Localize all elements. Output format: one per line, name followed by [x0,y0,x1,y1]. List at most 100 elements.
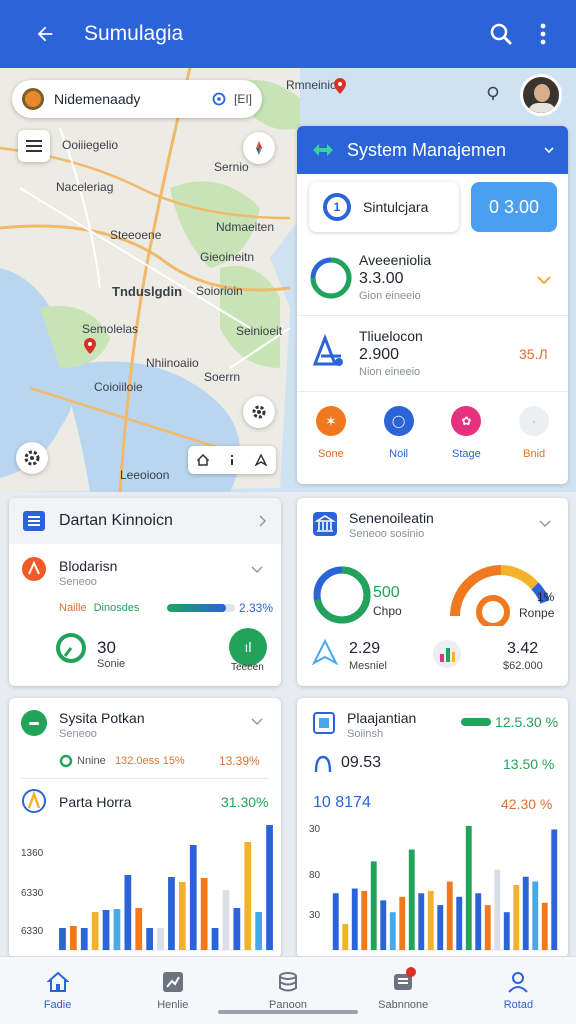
action-item[interactable]: ◯ Noil [383,406,414,470]
chart-bar [342,924,349,950]
chart-bar [513,885,520,950]
home-icon [46,971,69,992]
sysita-row-pct: 31.30% [221,794,269,810]
location-pin-icon[interactable] [486,86,500,100]
chart-bar [113,909,121,950]
system-row[interactable]: Tliuelocon 2.900 Nion eineeio 35.Л [297,318,568,392]
nav-label: Fadie [43,998,72,1011]
system-chip[interactable]: 1 Sintulcjara [309,182,459,232]
item-sub: Seneoo [59,576,97,588]
system-row-value: 2.900 [359,346,400,363]
chart-bar [370,861,377,950]
home-indicator[interactable] [218,1010,358,1014]
back-arrow-icon[interactable] [30,19,60,49]
chart-bar [189,845,197,950]
bank-icon [313,512,337,536]
target-icon[interactable] [212,92,226,106]
item-name: Blodarisn [59,558,118,574]
sense-card-title: Senenoileatin [349,510,434,526]
menu-button[interactable] [18,130,50,162]
nav-label: Panoon [269,998,307,1011]
gear-icon [252,405,266,419]
progress-fill [167,604,227,612]
navigation-icon[interactable] [255,454,267,466]
map-label: Sernio [214,160,249,174]
refresh-icon [59,754,73,768]
search-icon[interactable] [486,19,516,49]
sysita-title: Sysita Potkan [59,710,145,726]
plan-pct: 12.5.30 % [495,714,559,730]
system-row-sub: Gion eineeio [359,290,421,302]
chart-bar [255,912,263,950]
system-icon [313,144,333,156]
info-icon[interactable] [227,454,237,466]
avatar[interactable] [520,74,562,116]
nav-item-notifications[interactable]: Sabnnone [346,957,461,1024]
chevron-down-icon[interactable] [539,520,551,528]
action-label: Noil [389,448,409,460]
action-item[interactable]: ✶ Sone [315,406,346,470]
system-row-right: 35.Л [519,346,548,362]
star-icon: ✶ [315,406,346,436]
chart-bar [484,905,491,950]
chart-bar [456,896,463,950]
nav-item-profile[interactable]: Rotad [461,957,576,1024]
map-label: Gieoineitn [200,250,255,264]
chart-bar [91,912,99,950]
settings-button[interactable] [16,442,48,474]
donut-label: Chpo [373,604,402,618]
profile-icon [508,971,529,993]
compass-button[interactable] [243,132,275,164]
chart-bar [418,893,425,950]
more-vert-icon[interactable] [528,19,558,49]
compass-icon [256,141,262,155]
plan-row-value: 09.53 [341,754,382,771]
chevron-down-icon[interactable] [251,718,263,726]
map-pin-icon[interactable] [334,78,346,94]
home-icon[interactable] [197,454,209,466]
action-item[interactable]: ✿ Stage [451,406,482,470]
curve-icon [314,755,332,773]
data-card-header[interactable]: Dartan Kinnoicn [9,498,281,544]
stat-label: Mesniel [349,660,387,672]
nav-item-home[interactable]: Fadie [0,957,115,1024]
nav-item-reports[interactable]: Henlie [115,957,230,1024]
chart-bar [437,905,444,950]
system-row[interactable]: Aveeeniolia 3.3.00 Gion eineeio [297,244,568,316]
chart-bar [135,908,143,950]
chevron-down-icon[interactable] [544,146,554,154]
system-row-value: 3.3.00 [359,270,404,287]
nav-label: Rotad [503,998,534,1011]
shield-icon [22,789,46,813]
map-label: Nhiinoaiio [146,356,199,370]
system-chip-icon: 1 [323,193,351,221]
sysita-pct: 13.39% [219,754,260,768]
sysita-legend: Nnine [77,755,106,767]
chart-bar [222,890,230,950]
chart-bar [446,881,453,950]
chevron-down-icon[interactable] [251,566,263,574]
chevron-right-icon[interactable] [259,515,267,527]
app-title: Sumulagia [84,22,184,45]
chart-bar [59,928,66,950]
status-badge[interactable]: ıl [229,628,267,666]
y-tick-label: 80 [309,870,321,881]
hamburger-icon [26,140,42,152]
system-card-header[interactable]: System Manajemen [297,126,568,174]
bar-chart-right [331,825,559,951]
gear-icon [24,450,40,466]
data-card-title: Dartan Kinnoicn [59,512,173,529]
map-label: Semolelas [82,322,139,336]
layers-button[interactable] [243,396,275,428]
chevron-down-icon[interactable] [537,276,551,284]
plan-progress [461,718,491,726]
map-pin-icon[interactable] [84,338,96,354]
sense-card-sub: Seneoo sosinio [349,528,425,540]
donut-chart [313,566,371,624]
action-item[interactable]: · Bnid [519,406,550,470]
chart-bar [389,912,396,950]
system-value-button[interactable]: 0 3.00 [471,182,557,232]
stat-value: 2.29 [349,640,381,657]
location-search-chip[interactable]: Nidemenaady [EI] [12,80,262,118]
map-label: Soerrn [204,370,241,384]
